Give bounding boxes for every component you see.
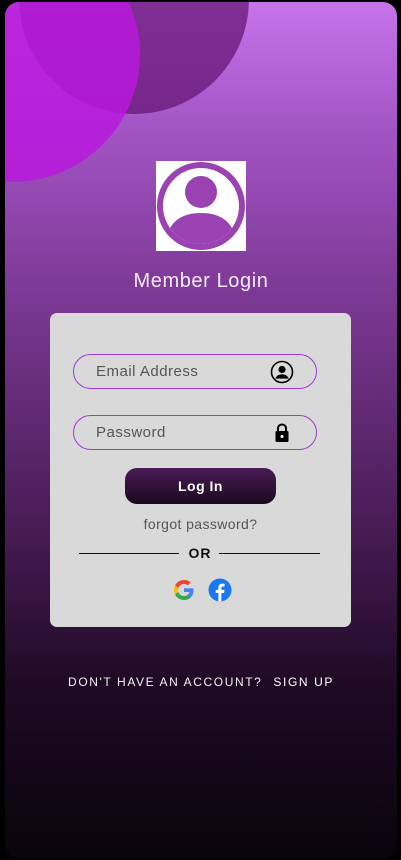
forgot-password-link[interactable]: forgot password? [50,516,351,532]
login-screen: Member Login Log In forgot password? OR [5,2,397,858]
user-circle-icon [270,360,294,384]
signup-link[interactable]: SIGN UP [273,675,334,689]
signup-prompt: DON'T HAVE AN ACCOUNT? [68,675,263,689]
google-icon[interactable] [172,578,196,602]
user-avatar-icon [157,162,245,250]
signup-row: DON'T HAVE AN ACCOUNT? SIGN UP [5,675,397,689]
decorative-circle-left [5,2,140,182]
login-button[interactable]: Log In [125,468,276,504]
password-field[interactable] [94,416,274,449]
or-label: OR [188,545,212,561]
lock-icon [275,423,289,442]
facebook-icon[interactable] [208,578,232,602]
login-card: Log In forgot password? OR [50,313,351,627]
divider-left [79,553,179,554]
avatar [156,161,246,251]
divider-right [219,553,320,554]
email-field-wrapper [73,354,317,389]
password-field-wrapper [73,415,317,450]
email-field[interactable] [94,355,274,388]
page-title: Member Login [133,270,269,292]
